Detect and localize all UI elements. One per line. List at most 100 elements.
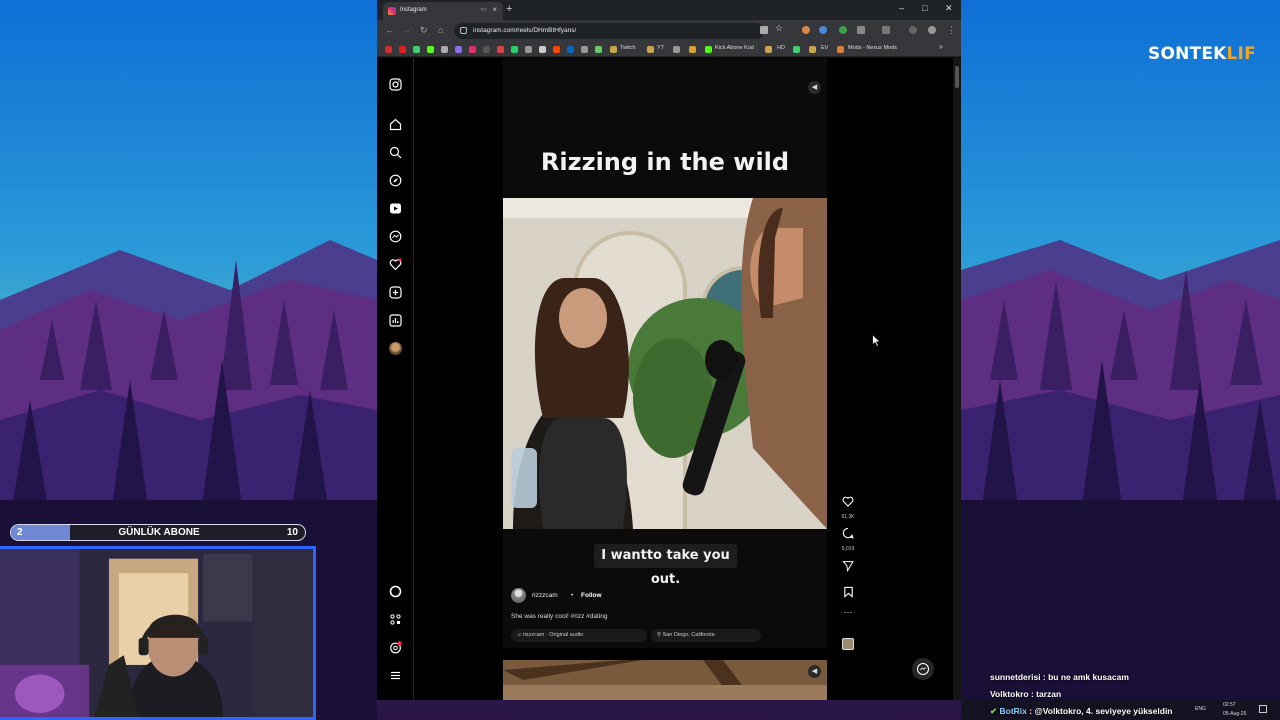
bookmark-icon[interactable] [525,46,532,53]
notifications-heart-icon[interactable] [389,258,402,271]
clock-date[interactable]: 05-Aug-25 [1223,711,1246,717]
mute-icon[interactable]: ◀ [808,81,821,94]
share-action[interactable] [838,559,858,577]
instagram-logo-icon[interactable] [389,78,402,91]
clock-time[interactable]: 02:57 [1223,702,1236,708]
like-heart-icon[interactable] [842,496,854,507]
language-indicator[interactable]: ENG [1195,706,1206,712]
bookmark-icon[interactable] [385,46,392,53]
comment-action[interactable]: 5,019 [838,526,858,552]
also-from-meta-icon[interactable] [389,613,402,626]
bookmark-icon[interactable] [793,46,800,53]
extension-icon[interactable] [839,26,847,34]
tab-instagram[interactable]: Instagram ▭ × [383,2,503,20]
bookmark-nexus-mods[interactable]: Mods - Nexus Mods [848,45,897,51]
bookmark-icon[interactable] [595,46,602,53]
sidebar-icon[interactable] [882,26,890,34]
youtube-icon[interactable] [399,46,406,53]
site-info-icon[interactable] [460,27,467,34]
threads-icon[interactable] [389,585,402,598]
profile-icon[interactable] [928,26,936,34]
author-avatar[interactable] [511,588,526,603]
extensions-puzzle-icon[interactable] [857,26,865,34]
tab-media-icon[interactable]: ▭ [480,6,486,13]
forward-icon[interactable]: → [402,25,411,35]
location-pill[interactable]: ⚲ San Diego, California [651,629,761,642]
chat-text: tarzan [1036,689,1062,699]
share-send-icon[interactable] [842,560,854,573]
bookmark-icon[interactable] [673,46,680,53]
minimize-icon[interactable]: – [899,3,904,13]
downloads-icon[interactable] [909,26,917,34]
profile-avatar[interactable] [389,342,402,355]
messenger-icon[interactable] [389,230,402,243]
author-name[interactable]: rizzzcam [532,592,558,599]
mute-icon[interactable]: ◀ [808,665,821,678]
bookmark-icon[interactable] [441,46,448,53]
extension-icon[interactable] [802,26,810,34]
streamer-logo: SONTEKLIF [1148,44,1256,64]
bookmark-folder-yt[interactable]: YT [657,45,664,51]
menu-kebab-icon[interactable]: ⋮ [947,25,956,36]
save-bookmark-icon[interactable] [843,586,854,598]
reel-container[interactable]: ◀ Rizzing in the wild I wantto take you … [503,58,827,700]
x-icon[interactable] [483,46,490,53]
kick-icon[interactable] [427,46,434,53]
threads-notification-icon[interactable] [389,641,402,654]
chat-message: sunnetderisi : bu ne amk kusacam [990,672,1129,682]
more-menu-icon[interactable] [389,669,402,682]
explore-compass-icon[interactable] [389,174,402,187]
notifications-icon[interactable] [1259,705,1267,713]
instagram-icon[interactable] [469,46,476,53]
more-bookmarks-icon[interactable]: » [939,44,943,51]
bookmark-icon[interactable] [539,46,546,53]
reel-video-photo[interactable] [503,198,827,529]
search-icon[interactable] [389,146,402,159]
linkedin-icon[interactable] [567,46,574,53]
bookmark-icon[interactable] [413,46,420,53]
address-bar[interactable]: instagram.com/reels/DHmBtHfyans/ [454,23,764,39]
audio-pill[interactable]: ♫ rizzzcam · Original audio [511,629,647,642]
bookmark-icon[interactable] [581,46,588,53]
bookmark-star-icon[interactable]: ☆ [775,23,783,33]
reload-icon[interactable]: ↻ [420,25,428,36]
next-reel-preview[interactable] [503,660,827,700]
bookmark-folder-hd[interactable]: HD [777,45,785,51]
home-icon[interactable]: ⌂ [438,25,443,35]
bookmark-icon[interactable] [497,46,504,53]
install-icon[interactable] [760,26,768,34]
like-action[interactable]: 61.3K [838,494,858,520]
save-action[interactable] [838,585,858,603]
subscriber-goal-bar: 2 GÜNLÜK ABONE 10 [10,524,306,541]
messages-button[interactable] [912,658,934,680]
comment-icon[interactable] [842,527,854,539]
whatsapp-icon[interactable] [511,46,518,53]
extension-icon[interactable] [819,26,827,34]
maximize-icon[interactable]: □ [922,3,927,13]
more-options-icon[interactable]: ··· [838,607,858,617]
bookmark-folder-twitch[interactable]: Twitch [620,45,636,51]
bookmark-icon[interactable] [689,46,696,53]
twitch-icon[interactable] [455,46,462,53]
tab-bar: Instagram ▭ × + – □ ✕ [377,0,961,20]
audio-label: rizzzcam · Original audio [522,632,584,638]
bookmark-folder-ev[interactable]: EV [821,45,828,51]
create-plus-icon[interactable] [389,286,402,299]
chat-sep: : [1040,672,1049,682]
scrollbar-thumb[interactable] [955,66,959,88]
reels-icon[interactable] [389,202,402,215]
author-separator: • [571,592,574,599]
logo-main-text: SONTEK [1148,44,1227,64]
follow-button[interactable]: Follow [581,592,602,599]
audio-thumbnail[interactable] [838,637,858,655]
close-window-icon[interactable]: ✕ [945,3,953,14]
reddit-icon[interactable] [553,46,560,53]
home-icon[interactable] [389,118,402,131]
page-scrollbar[interactable] [953,58,961,700]
dashboard-icon[interactable] [389,314,402,327]
bookmark-kick-abone-kod[interactable]: Kick Abone Kod [715,45,754,51]
new-tab-icon[interactable]: + [506,3,512,15]
goal-target: 10 [286,527,298,538]
tab-close-icon[interactable]: × [492,5,497,14]
back-icon[interactable]: ← [385,25,394,35]
